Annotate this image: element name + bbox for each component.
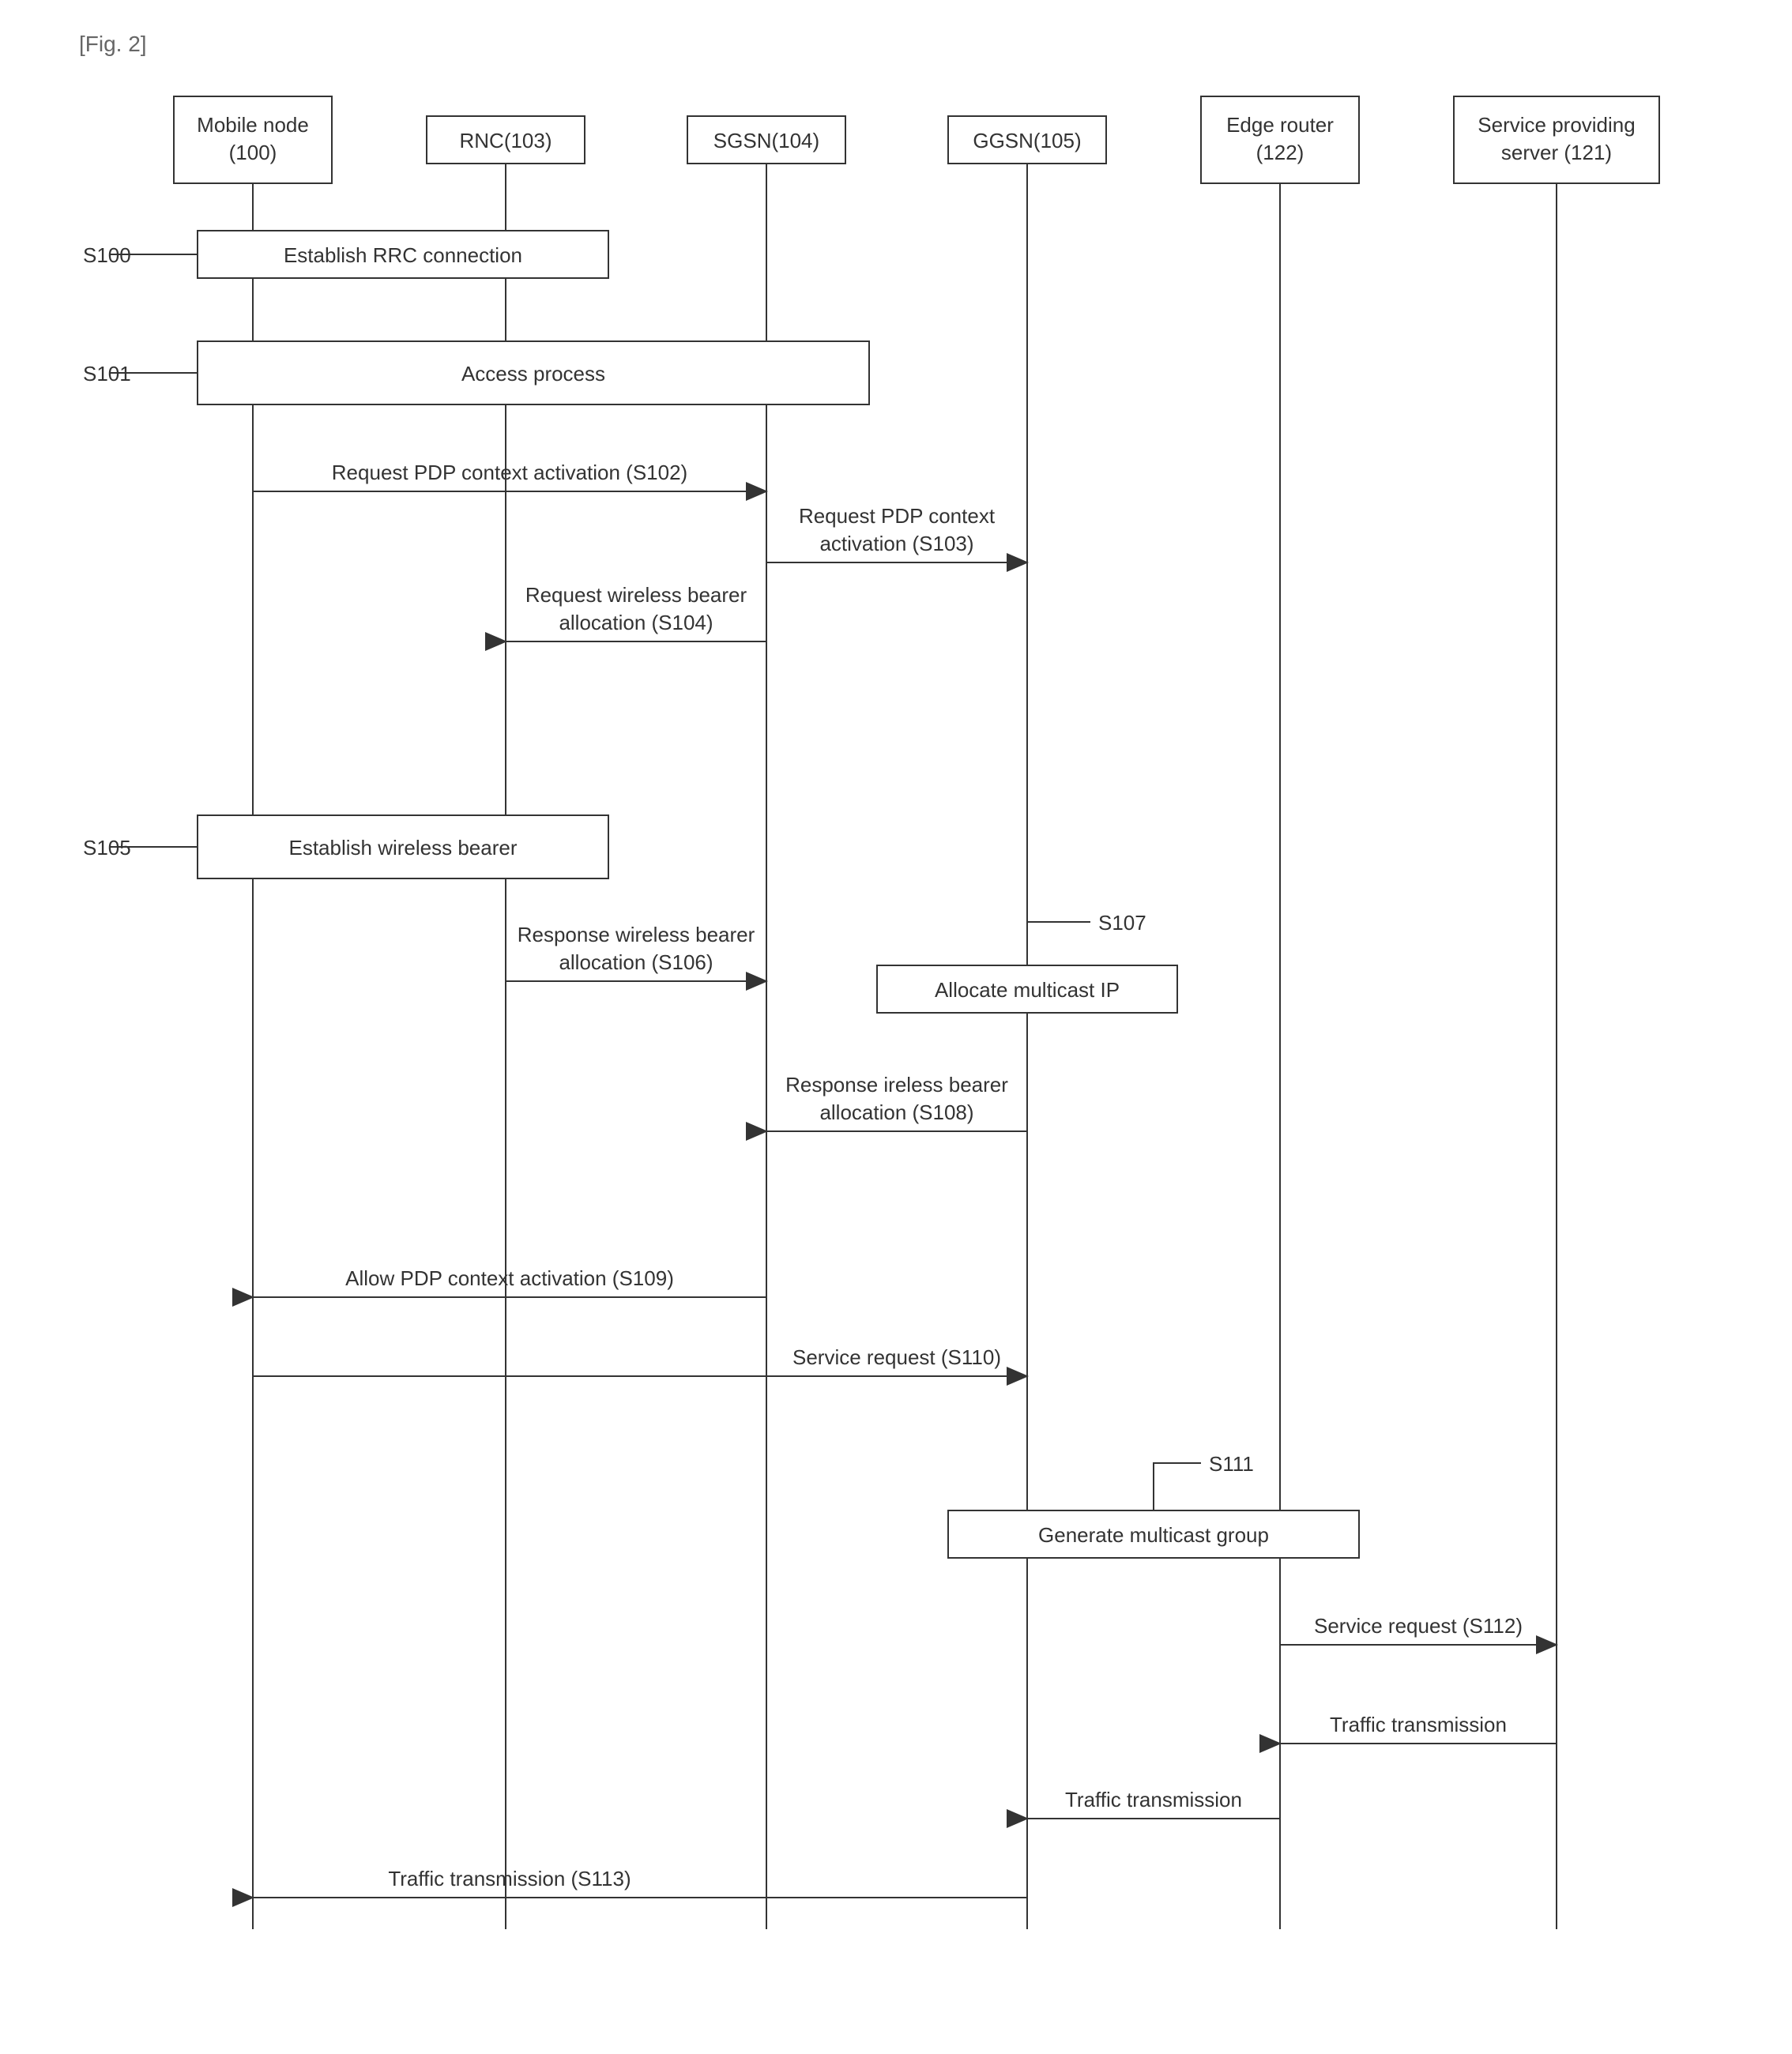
diagram-svg: Mobile node (100) RNC(103) SGSN(104) GGS… <box>79 73 1738 1969</box>
service-server-sub: server (121) <box>1501 141 1612 164</box>
s106-label-2: allocation (S106) <box>559 950 713 974</box>
edge-router-id: (122) <box>1256 141 1304 164</box>
traffic-a-label: Traffic transmission (S113) <box>388 1867 631 1890</box>
process-rrc: Establish RRC connection <box>198 231 608 278</box>
traffic-b-label: Traffic transmission <box>1065 1788 1242 1811</box>
s103-label-2: activation (S103) <box>819 532 973 555</box>
allocate-ip-label: Allocate multicast IP <box>935 978 1120 1002</box>
sgsn-label: SGSN(104) <box>713 129 819 152</box>
s108-label-2: allocation (S108) <box>819 1100 973 1124</box>
s112-label: Service request (S112) <box>1314 1614 1523 1638</box>
s107-label: S107 <box>1098 911 1146 935</box>
traffic-c-label: Traffic transmission <box>1330 1713 1507 1736</box>
s105-label: S105 <box>83 836 131 860</box>
s104-label-1: Request wireless bearer <box>525 583 747 607</box>
process-multicast-group: Generate multicast group <box>948 1510 1359 1558</box>
process-wireless-bearer: Establish wireless bearer <box>198 815 608 878</box>
entity-ggsn: GGSN(105) <box>948 116 1106 164</box>
entity-service-server: Service providing server (121) <box>1454 96 1659 183</box>
ggsn-label: GGSN(105) <box>973 129 1081 152</box>
entity-edge-router: Edge router (122) <box>1201 96 1359 183</box>
process-access: Access process <box>198 341 869 404</box>
s100-label: S100 <box>83 243 131 267</box>
s109-label: Allow PDP context activation (S109) <box>345 1266 674 1290</box>
sequence-diagram: Mobile node (100) RNC(103) SGSN(104) GGS… <box>79 73 1738 1969</box>
s111-label: S111 <box>1209 1452 1254 1476</box>
edge-router-label: Edge router <box>1226 113 1334 137</box>
s106-label-1: Response wireless bearer <box>518 923 755 946</box>
mobile-node-label: Mobile node <box>197 113 309 137</box>
s103-label-1: Request PDP context <box>799 504 996 528</box>
s110-label: Service request (S110) <box>792 1345 1001 1369</box>
s111-connector <box>1154 1463 1201 1510</box>
s104-label-2: allocation (S104) <box>559 611 713 634</box>
access-label: Access process <box>461 362 605 386</box>
rnc-label: RNC(103) <box>459 129 552 152</box>
mobile-node-id: (100) <box>229 141 277 164</box>
entity-rnc: RNC(103) <box>427 116 585 164</box>
service-server-label: Service providing <box>1478 113 1635 137</box>
process-allocate-ip: Allocate multicast IP <box>877 965 1177 1013</box>
s108-label-1: Response ireless bearer <box>785 1073 1008 1097</box>
s102-label: Request PDP context activation (S102) <box>332 461 687 484</box>
entity-mobile-node: Mobile node (100) <box>174 96 332 183</box>
figure-label: [Fig. 2] <box>79 32 1760 57</box>
wireless-bearer-label: Establish wireless bearer <box>288 836 517 860</box>
s107-connector <box>1027 922 1090 965</box>
s101-label: S101 <box>83 362 131 386</box>
entity-sgsn: SGSN(104) <box>687 116 845 164</box>
rrc-label: Establish RRC connection <box>284 243 522 267</box>
multicast-group-label: Generate multicast group <box>1038 1523 1269 1547</box>
